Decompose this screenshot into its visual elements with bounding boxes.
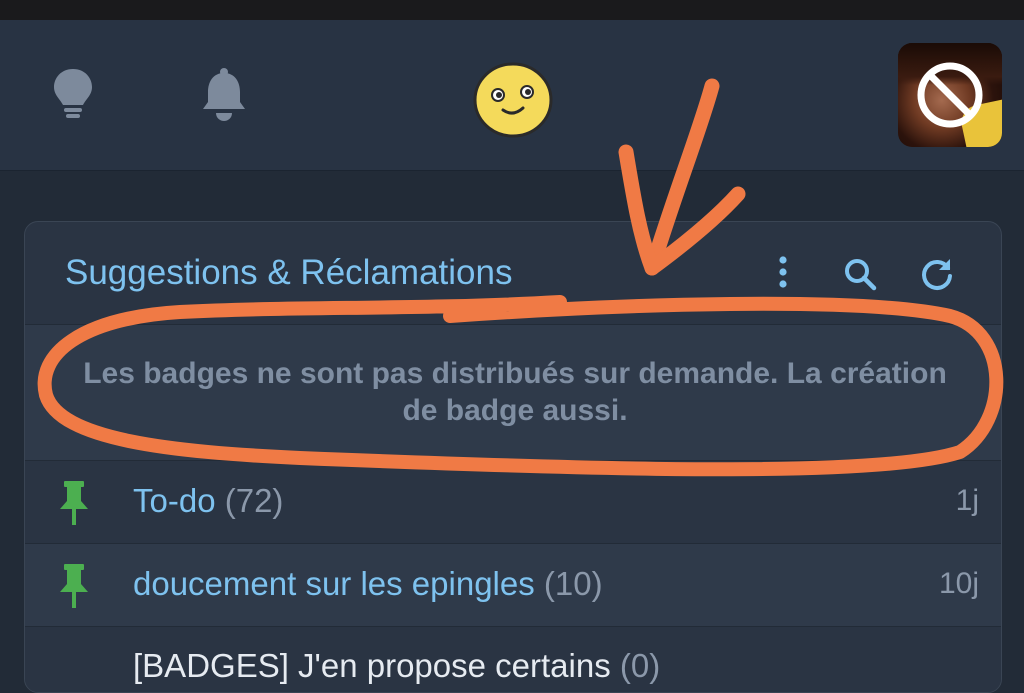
hand-drawn-annotation bbox=[37, 78, 1004, 477]
